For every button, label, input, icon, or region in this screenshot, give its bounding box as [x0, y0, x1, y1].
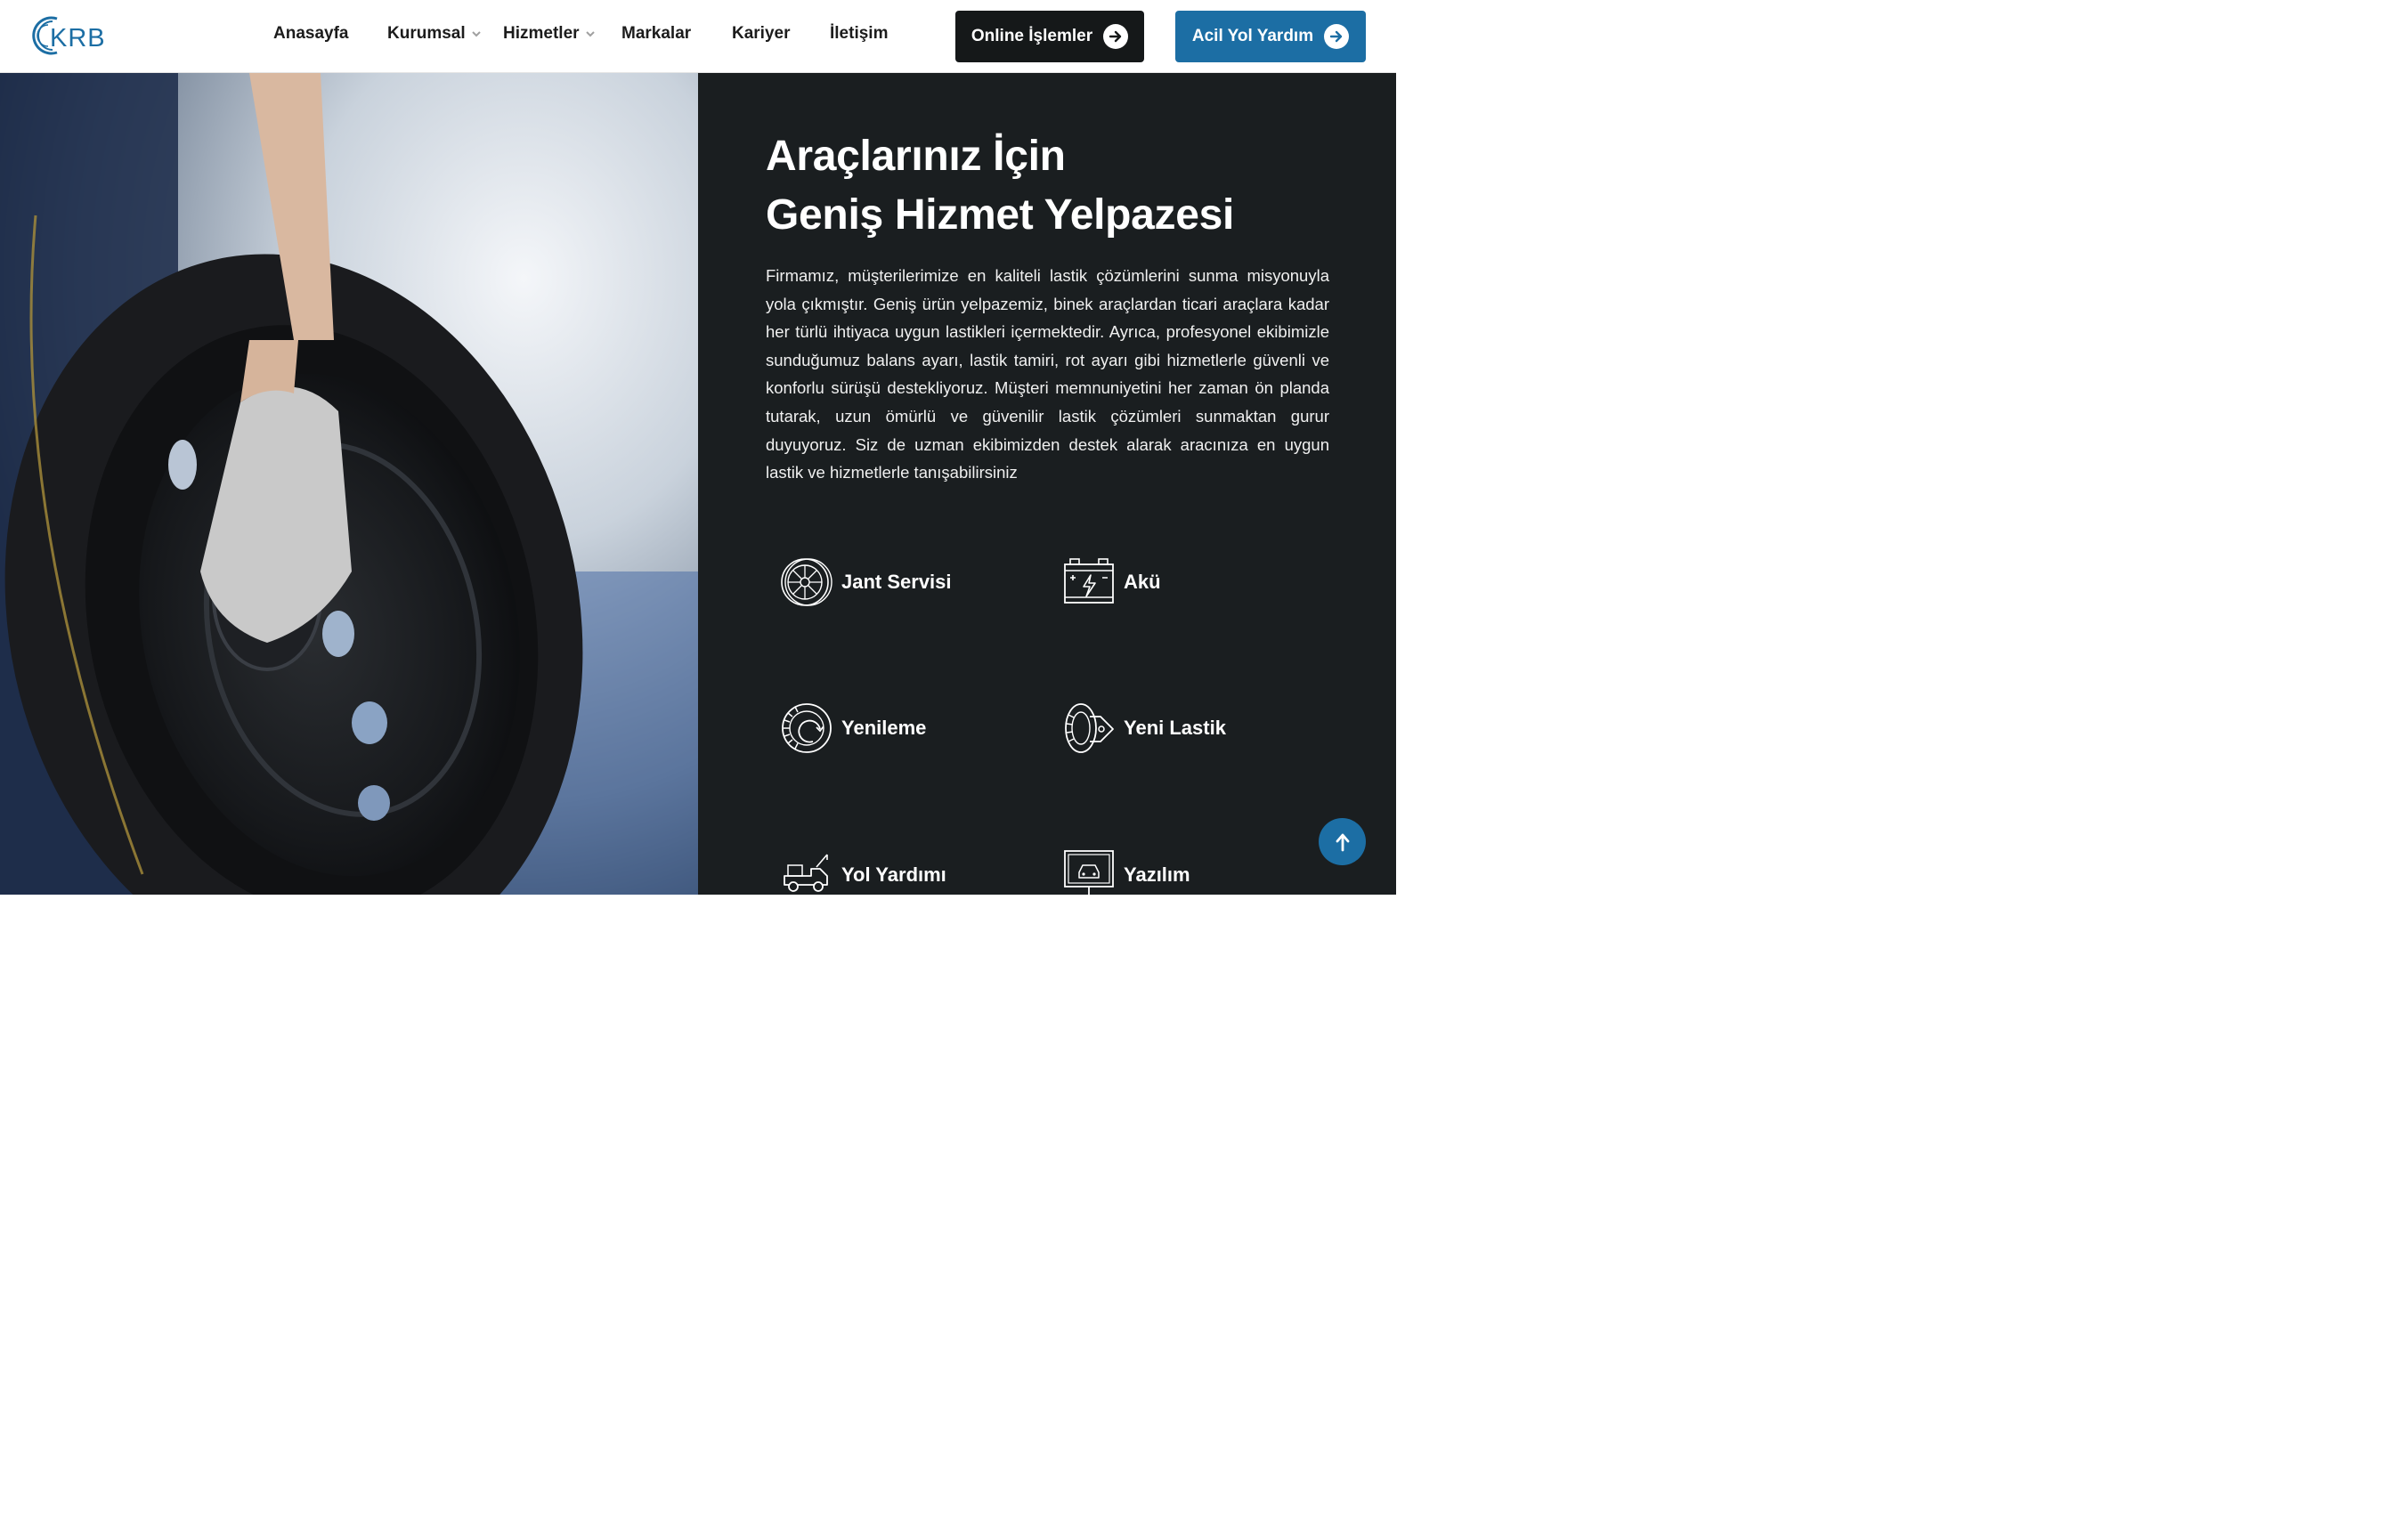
- rim-icon: [781, 558, 832, 606]
- chevron-down-icon: [585, 31, 595, 37]
- service-yenileme[interactable]: Yenileme: [781, 702, 926, 754]
- nav-item-markalar[interactable]: Markalar: [621, 24, 691, 44]
- hero-photo-mechanic-carrying-tire: [0, 73, 698, 895]
- service-label: Jant Servisi: [841, 571, 952, 593]
- arrow-right-icon: [1103, 24, 1129, 49]
- service-yazilim[interactable]: Yazılım: [1063, 849, 1190, 895]
- krb-logo[interactable]: KRB: [30, 13, 123, 58]
- title-line-2: Geniş Hizmet Yelpazesi: [766, 191, 1235, 239]
- service-label: Yol Yardımı: [841, 863, 946, 886]
- service-yeni-lastik[interactable]: Yeni Lastik: [1063, 702, 1226, 754]
- nav-label: Markalar: [621, 24, 692, 43]
- service-yol-yardimi[interactable]: Yol Yardımı: [781, 849, 946, 895]
- button-label: Online İşlemler: [971, 27, 1093, 45]
- site-header: KRB Anasayfa Kurumsal Hizmetler Markalar…: [0, 0, 1396, 73]
- battery-icon: [1064, 558, 1114, 604]
- nav-item-hizmetler[interactable]: Hizmetler: [503, 24, 597, 44]
- button-label: Acil Yol Yardım: [1191, 27, 1314, 45]
- nav-label: Kariyer: [732, 24, 791, 43]
- service-label: Yenileme: [841, 717, 927, 739]
- online-islemler-button[interactable]: Online İşlemler: [955, 11, 1144, 62]
- section-title: Araçlarınız İçin Geniş Hizmet Yelpazesi: [766, 127, 1234, 245]
- nav-item-kariyer[interactable]: Kariyer: [732, 24, 791, 44]
- diagnostic-screen-icon: [1064, 850, 1114, 895]
- section-description: Firmamız, müşterilerimize en kaliteli la…: [766, 266, 1329, 482]
- service-jant-servisi[interactable]: Jant Servisi: [781, 556, 952, 608]
- nav-item-iletisim[interactable]: İletişim: [830, 24, 888, 44]
- service-label: Yeni Lastik: [1124, 717, 1226, 739]
- service-label: Akü: [1124, 571, 1161, 593]
- tow-truck-icon: [784, 854, 828, 892]
- title-line-1: Araçlarınız İçin: [766, 133, 1066, 180]
- svg-text:KRB: KRB: [50, 24, 106, 53]
- tire-retread-icon: [782, 703, 832, 753]
- nav-label: İletişim: [830, 24, 889, 43]
- nav-item-anasayfa[interactable]: Anasayfa: [273, 24, 349, 44]
- arrow-right-icon: [1324, 24, 1350, 49]
- nav-label: Hizmetler: [503, 24, 580, 43]
- service-label: Yazılım: [1124, 863, 1190, 886]
- arrow-up-icon: [1336, 833, 1349, 851]
- nav-label: Kurumsal: [387, 24, 466, 43]
- chevron-down-icon: [471, 31, 481, 37]
- new-tire-icon: [1065, 703, 1114, 753]
- acil-yol-yardim-button[interactable]: Acil Yol Yardım: [1175, 11, 1366, 62]
- nav-item-kurumsal[interactable]: Kurumsal: [387, 24, 483, 44]
- nav-label: Anasayfa: [273, 24, 349, 43]
- service-aku[interactable]: Akü: [1063, 556, 1161, 608]
- scroll-to-top-button[interactable]: [1319, 818, 1366, 865]
